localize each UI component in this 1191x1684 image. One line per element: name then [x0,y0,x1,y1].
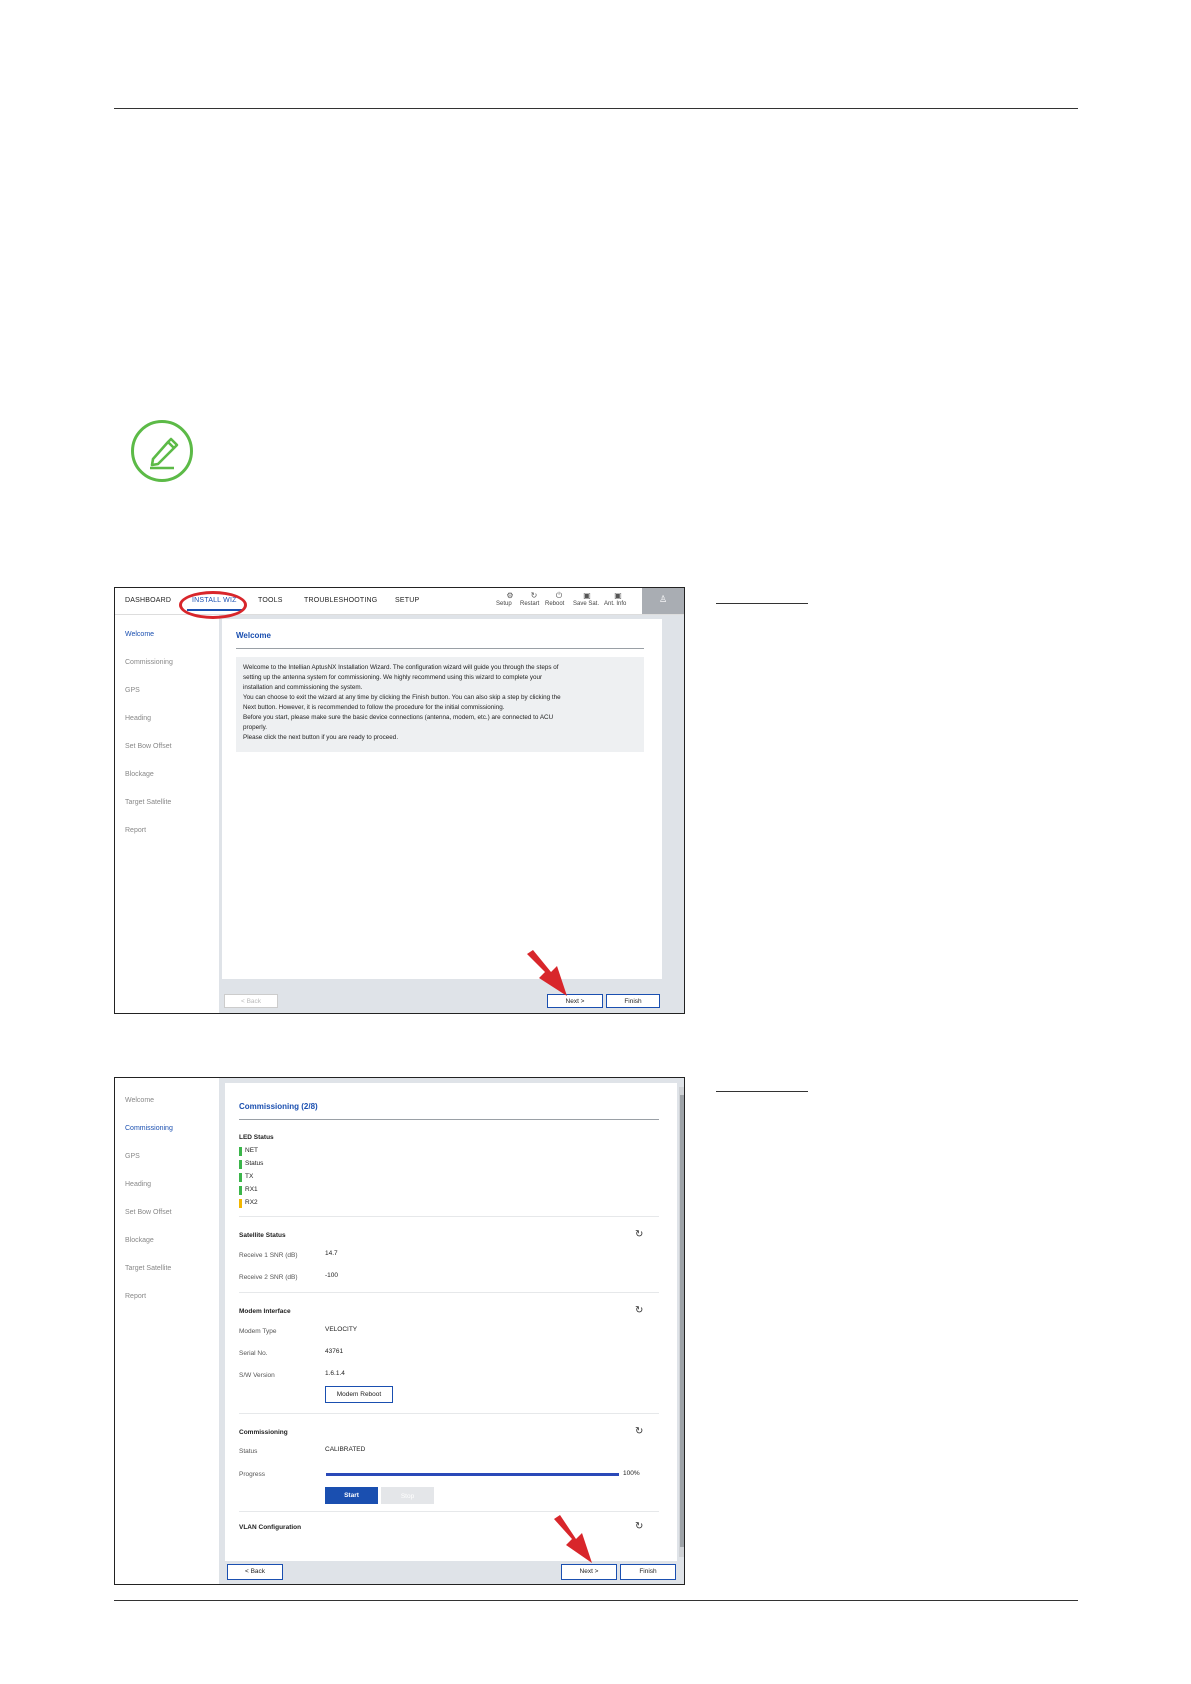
progress-bar [326,1473,619,1476]
sidebar-item-commissioning[interactable]: Commissioning [125,1125,173,1132]
satellite-status-heading: Satellite Status [239,1232,286,1239]
led-status-heading: LED Status [239,1134,274,1141]
wizard-sidebar: Welcome Commissioning GPS Heading Set Bo… [115,615,219,1013]
modem-type-value: VELOCITY [325,1326,358,1333]
led-rx2: RX2 [239,1199,258,1208]
sidebar-item-report[interactable]: Report [125,1293,146,1300]
user-icon[interactable]: ♙ [642,588,684,614]
nav-setup[interactable]: SETUP [395,597,419,604]
status-label: Status [239,1448,258,1455]
sidebar-item-report[interactable]: Report [125,827,146,834]
power-icon: ⏻ [555,591,563,600]
toolbar-restart[interactable]: ↻ Restart [520,591,548,607]
vertical-scrollbar[interactable] [679,1087,684,1557]
led-net: NET [239,1147,258,1156]
toolbar-ant-info[interactable]: ▣ Ant. Info [604,591,632,607]
header-rule [114,108,1078,109]
install-wizard-welcome-screenshot: DASHBOARD INSTALL WIZ TOOLS TROUBLESHOOT… [114,587,685,1014]
save-icon: ▣ [583,591,591,600]
snr2-label: Receive 2 SNR (dB) [239,1274,298,1281]
led-tx: TX [239,1173,253,1182]
title-divider [236,648,644,649]
back-button[interactable]: < Back [227,1564,283,1580]
page-title: Welcome [236,631,271,640]
back-button[interactable]: < Back [224,994,278,1008]
led-status: Status [239,1160,263,1169]
sidebar-item-welcome[interactable]: Welcome [125,1097,154,1104]
progress-percent: 100% [623,1470,640,1477]
nav-tools[interactable]: TOOLS [258,597,283,604]
toolbar-reboot[interactable]: ⏻ Reboot [545,591,573,607]
sw-version-value: 1.6.1.4 [325,1370,345,1377]
sidebar-item-heading[interactable]: Heading [125,1181,151,1188]
caption-rule [716,603,808,604]
led-rx1: RX1 [239,1186,258,1195]
refresh-icon[interactable]: ↻ [635,1305,643,1316]
modem-reboot-button[interactable]: Modem Reboot [325,1386,393,1403]
highlight-ellipse [179,591,247,619]
commissioning-panel: Commissioning (2/8) LED Status NET Statu… [225,1083,677,1561]
pencil-note-icon [131,420,193,482]
sidebar-item-blockage[interactable]: Blockage [125,771,154,778]
modem-type-label: Modem Type [239,1328,277,1335]
snr1-label: Receive 1 SNR (dB) [239,1252,298,1259]
sidebar-item-set-bow-offset[interactable]: Set Bow Offset [125,1209,172,1216]
red-arrow-icon [554,1515,592,1563]
progress-label: Progress [239,1471,266,1478]
refresh-icon[interactable]: ↻ [635,1426,643,1437]
finish-button[interactable]: Finish [606,994,660,1008]
snr1-value: 14.7 [325,1250,338,1257]
welcome-panel: Welcome Welcome to the Intellian AptusNX… [222,619,662,979]
sidebar-item-commissioning[interactable]: Commissioning [125,659,173,666]
section-divider [239,1413,659,1414]
sidebar-item-heading[interactable]: Heading [125,715,151,722]
stop-button[interactable]: Stop [381,1487,434,1504]
sidebar-item-target-satellite[interactable]: Target Satellite [125,1265,171,1272]
sidebar-item-set-bow-offset[interactable]: Set Bow Offset [125,743,172,750]
section-divider [239,1511,659,1512]
serial-no-value: 43761 [325,1348,344,1355]
page-title: Commissioning (2/8) [239,1102,318,1111]
refresh-icon[interactable]: ↻ [635,1229,643,1240]
status-value: CALIBRATED [325,1446,366,1453]
snr2-value: -100 [325,1272,339,1279]
sidebar-item-gps[interactable]: GPS [125,687,140,694]
section-divider [239,1216,659,1217]
nav-dashboard[interactable]: DASHBOARD [125,597,171,604]
sidebar-item-target-satellite[interactable]: Target Satellite [125,799,171,806]
red-arrow-icon [527,950,567,996]
caption-rule [716,1091,808,1092]
title-divider [239,1119,659,1120]
commissioning-heading: Commissioning [239,1429,288,1436]
restart-icon: ↻ [530,591,538,600]
commissioning-screenshot: Welcome Commissioning GPS Heading Set Bo… [114,1077,685,1585]
start-button[interactable]: Start [325,1487,378,1504]
nav-troubleshooting[interactable]: TROUBLESHOOTING [304,597,377,604]
modem-interface-heading: Modem Interface [239,1308,291,1315]
scrollbar-thumb[interactable] [680,1095,684,1547]
wizard-sidebar: Welcome Commissioning GPS Heading Set Bo… [115,1078,219,1584]
toolbar-save-sat[interactable]: ▣ Save Sat. [573,591,601,607]
sidebar-item-blockage[interactable]: Blockage [125,1237,154,1244]
section-divider [239,1292,659,1293]
sw-version-label: S/W Version [239,1372,275,1379]
footer-rule [114,1600,1078,1601]
info-icon: ▣ [614,591,622,600]
refresh-icon[interactable]: ↻ [635,1521,643,1532]
sidebar-item-gps[interactable]: GPS [125,1153,140,1160]
vlan-configuration-heading: VLAN Configuration [239,1524,302,1531]
sidebar-item-welcome[interactable]: Welcome [125,631,154,638]
welcome-message: Welcome to the Intellian AptusNX Install… [236,657,644,752]
progress-fill [326,1473,619,1476]
serial-no-label: Serial No. [239,1350,268,1357]
finish-button[interactable]: Finish [620,1564,676,1580]
